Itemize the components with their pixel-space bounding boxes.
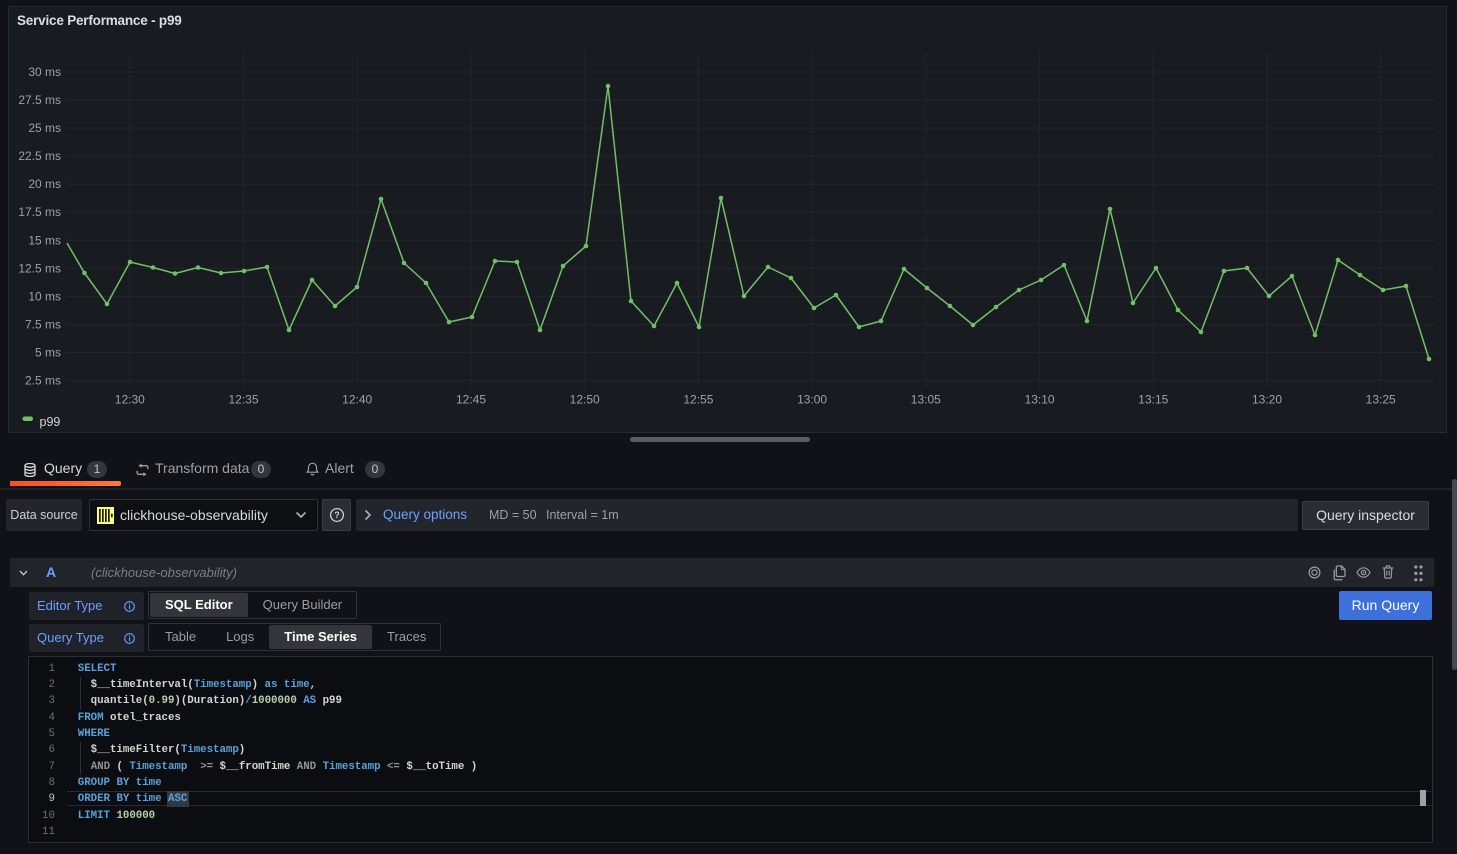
svg-text:12.5 ms: 12.5 ms — [18, 261, 61, 275]
svg-text:13:25: 13:25 — [1366, 393, 1396, 407]
svg-text:27.5 ms: 27.5 ms — [18, 93, 61, 107]
svg-text:15 ms: 15 ms — [28, 233, 61, 247]
svg-text:17.5 ms: 17.5 ms — [18, 205, 61, 219]
svg-text:12:55: 12:55 — [683, 393, 713, 407]
svg-text:2.5 ms: 2.5 ms — [25, 374, 61, 388]
svg-text:13:10: 13:10 — [1025, 393, 1055, 407]
svg-text:13:20: 13:20 — [1252, 393, 1282, 407]
svg-text:13:15: 13:15 — [1138, 393, 1168, 407]
svg-text:20 ms: 20 ms — [28, 177, 61, 191]
svg-text:10 ms: 10 ms — [28, 289, 61, 303]
svg-text:22.5 ms: 22.5 ms — [18, 149, 61, 163]
svg-text:12:40: 12:40 — [342, 393, 372, 407]
svg-text:12:50: 12:50 — [570, 393, 600, 407]
svg-text:?: ? — [334, 510, 340, 520]
svg-text:7.5 ms: 7.5 ms — [25, 318, 61, 332]
svg-text:30 ms: 30 ms — [28, 65, 61, 79]
svg-text:25 ms: 25 ms — [28, 121, 61, 135]
svg-text:13:05: 13:05 — [911, 393, 941, 407]
svg-text:13:00: 13:00 — [797, 393, 827, 407]
svg-text:5 ms: 5 ms — [35, 346, 61, 360]
svg-text:12:30: 12:30 — [115, 393, 145, 407]
svg-text:12:45: 12:45 — [456, 393, 486, 407]
svg-text:12:35: 12:35 — [228, 393, 258, 407]
svg-text:p99: p99 — [40, 415, 61, 429]
